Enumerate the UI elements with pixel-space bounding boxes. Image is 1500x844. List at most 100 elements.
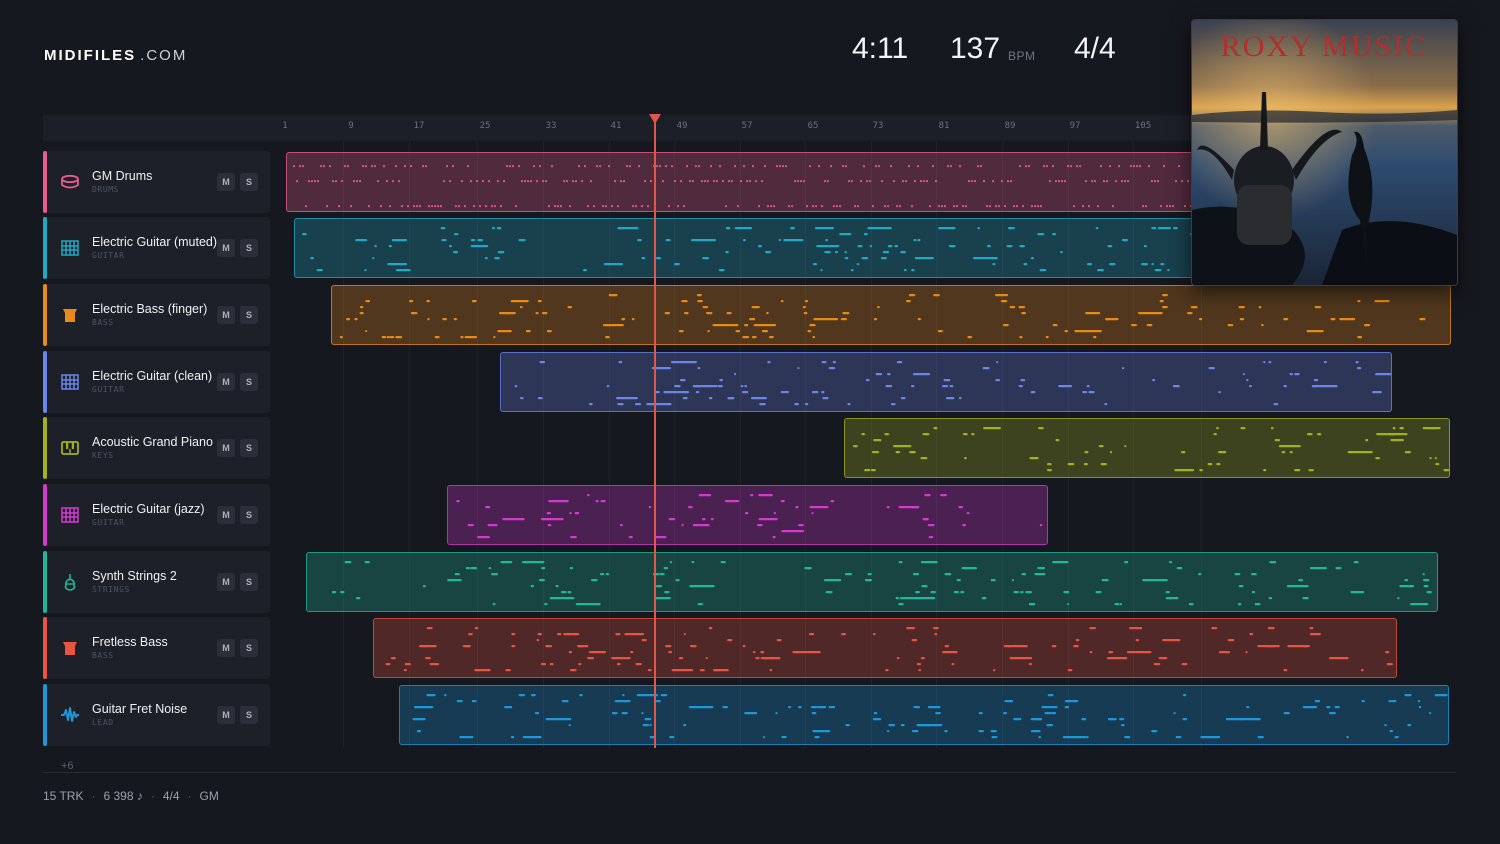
- ruler-tick: 105: [1134, 121, 1152, 131]
- track-name: Electric Bass (finger): [92, 302, 208, 316]
- solo-button[interactable]: S: [240, 573, 258, 591]
- bass-icon: [60, 638, 80, 658]
- mute-button[interactable]: M: [217, 373, 235, 391]
- ruler-tick: 17: [413, 121, 425, 131]
- solo-button[interactable]: S: [240, 439, 258, 457]
- midi-clip[interactable]: [399, 685, 1449, 745]
- track-color-bar: [43, 417, 47, 479]
- track-name: Guitar Fret Noise: [92, 702, 188, 716]
- track-color-bar: [43, 217, 47, 279]
- track-category: LEAD: [92, 718, 114, 727]
- midi-clip[interactable]: [373, 618, 1397, 678]
- waveform-icon: [60, 705, 80, 725]
- note-pattern: [514, 361, 1391, 406]
- track-name: Synth Strings 2: [92, 569, 177, 583]
- track-header[interactable]: Acoustic Grand Piano KEYS M S: [43, 417, 270, 479]
- note-pattern: [412, 694, 1448, 739]
- ruler-tick: 25: [479, 121, 491, 131]
- solo-button[interactable]: S: [240, 306, 258, 324]
- more-tracks-link[interactable]: +6: [61, 760, 74, 772]
- track-name: Electric Guitar (muted): [92, 235, 218, 249]
- track-header[interactable]: GM Drums DRUMS M S: [43, 151, 270, 213]
- site-logo[interactable]: MIDIFILES .COM: [44, 47, 187, 64]
- album-cover: ROXY MUSIC: [1191, 19, 1458, 286]
- guitar-fretboard-icon: [60, 238, 80, 258]
- track-category: GUITAR: [92, 518, 125, 527]
- track-header[interactable]: Fretless Bass BASS M S: [43, 617, 270, 679]
- brand-name: MIDIFILES: [44, 47, 137, 64]
- brand-domain: .COM: [140, 47, 188, 64]
- track-header[interactable]: Electric Guitar (clean) GUITAR M S: [43, 351, 270, 413]
- track-category: BASS: [92, 651, 114, 660]
- mute-button[interactable]: M: [217, 173, 235, 191]
- track-name: Electric Guitar (clean): [92, 369, 213, 383]
- track-name: Electric Guitar (jazz): [92, 502, 205, 516]
- track-count: 15 TRK: [43, 789, 84, 803]
- playhead-handle[interactable]: [649, 114, 661, 124]
- ruler-tick: 97: [1069, 121, 1081, 131]
- track-header[interactable]: Electric Bass (finger) BASS M S: [43, 284, 270, 346]
- song-summary: 15 TRK · 6 398 ♪ · 4/4 · GM: [43, 789, 219, 803]
- track-category: GUITAR: [92, 251, 125, 260]
- mute-button[interactable]: M: [217, 506, 235, 524]
- midi-clip[interactable]: [447, 485, 1048, 545]
- drum-icon: [60, 172, 80, 192]
- track-color-bar: [43, 684, 47, 746]
- midi-clip[interactable]: [306, 552, 1438, 612]
- ruler-tick: 41: [610, 121, 622, 131]
- mute-button[interactable]: M: [217, 706, 235, 724]
- mute-button[interactable]: M: [217, 239, 235, 257]
- track-category: GUITAR: [92, 385, 125, 394]
- track-color-bar: [43, 617, 47, 679]
- mute-button[interactable]: M: [217, 639, 235, 657]
- mute-button[interactable]: M: [217, 306, 235, 324]
- strings-icon: [60, 572, 80, 592]
- track-header[interactable]: Electric Guitar (jazz) GUITAR M S: [43, 484, 270, 546]
- tempo-value: 137: [950, 32, 1001, 65]
- track-name: Acoustic Grand Piano: [92, 435, 213, 449]
- solo-button[interactable]: S: [240, 173, 258, 191]
- track-color-bar: [43, 351, 47, 413]
- track-category: STRINGS: [92, 585, 130, 594]
- midi-standard: GM: [199, 789, 219, 803]
- bass-icon: [60, 305, 80, 325]
- ruler-tick: 49: [676, 121, 688, 131]
- track-category: DRUMS: [92, 185, 120, 194]
- ruler-tick: 33: [545, 121, 557, 131]
- ruler-tick: 73: [872, 121, 884, 131]
- mute-button[interactable]: M: [217, 439, 235, 457]
- solo-button[interactable]: S: [240, 373, 258, 391]
- track-header[interactable]: Electric Guitar (muted) GUITAR M S: [43, 217, 270, 279]
- track-header[interactable]: Synth Strings 2 STRINGS M S: [43, 551, 270, 613]
- solo-button[interactable]: S: [240, 639, 258, 657]
- track-name: GM Drums: [92, 169, 153, 183]
- track-color-bar: [43, 484, 47, 546]
- track-category: BASS: [92, 318, 114, 327]
- solo-button[interactable]: S: [240, 506, 258, 524]
- guitar-fretboard-icon: [60, 505, 80, 525]
- note-pattern: [331, 561, 1432, 606]
- playhead[interactable]: [654, 120, 656, 748]
- track-name: Fretless Bass: [92, 635, 168, 649]
- mute-button[interactable]: M: [217, 573, 235, 591]
- solo-button[interactable]: S: [240, 706, 258, 724]
- note-pattern: [385, 627, 1393, 672]
- ruler-tick: 81: [938, 121, 950, 131]
- ruler-tick: 57: [741, 121, 753, 131]
- footer-divider: [43, 772, 1456, 773]
- ruler-tick: 9: [348, 121, 354, 131]
- album-title: ROXY MUSIC: [1221, 30, 1427, 63]
- note-pattern: [456, 494, 1043, 539]
- note-count: 6 398 ♪: [103, 789, 143, 803]
- ruler-tick: 1: [282, 121, 288, 131]
- guitar-fretboard-icon: [60, 372, 80, 392]
- ruler-tick: 89: [1004, 121, 1016, 131]
- track-header[interactable]: Guitar Fret Noise LEAD M S: [43, 684, 270, 746]
- midi-clip[interactable]: [500, 352, 1392, 412]
- midi-clip[interactable]: [331, 285, 1451, 345]
- footer-time-signature: 4/4: [162, 789, 180, 803]
- track-color-bar: [43, 551, 47, 613]
- note-pattern: [339, 294, 1426, 339]
- solo-button[interactable]: S: [240, 239, 258, 257]
- midi-clip[interactable]: [844, 418, 1450, 478]
